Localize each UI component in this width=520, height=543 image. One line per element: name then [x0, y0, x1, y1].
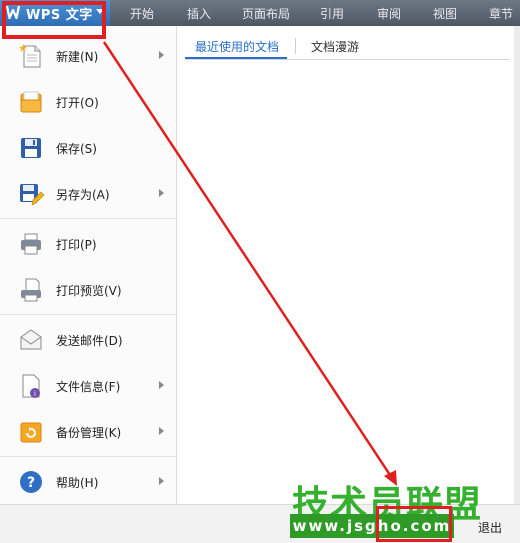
annotation-box-app-menu	[2, 1, 106, 39]
annotation-arrow	[102, 41, 397, 486]
annotation-box-exit	[376, 506, 452, 542]
